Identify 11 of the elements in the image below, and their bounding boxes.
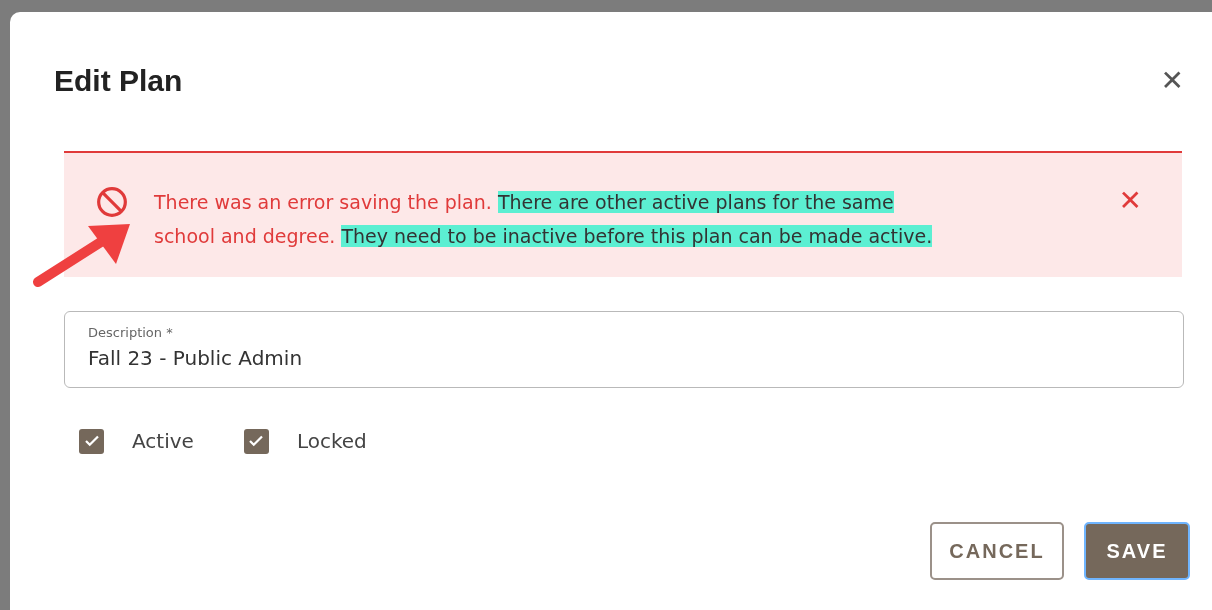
checkbox-label: Locked <box>296 428 367 455</box>
close-button[interactable]: ✕ <box>1160 66 1184 95</box>
dialog-title: Edit Plan <box>54 63 183 99</box>
cancel-button[interactable]: CANCEL <box>930 522 1064 580</box>
field-label: Description * <box>88 324 174 342</box>
dismiss-button[interactable]: ✕ <box>1118 187 1142 215</box>
checkbox-label: Active <box>132 428 194 455</box>
save-button[interactable]: SAVE <box>1084 522 1190 580</box>
error-message: There was an error saving the plan. There are other active plans for the same school and degree. They need to be inactive before this plan can be made active. <box>154 190 934 249</box>
description-field[interactable]: Description * Fall 23 - Public Admin <box>64 311 1184 388</box>
description-input[interactable]: Fall 23 - Public Admin <box>88 342 1160 373</box>
